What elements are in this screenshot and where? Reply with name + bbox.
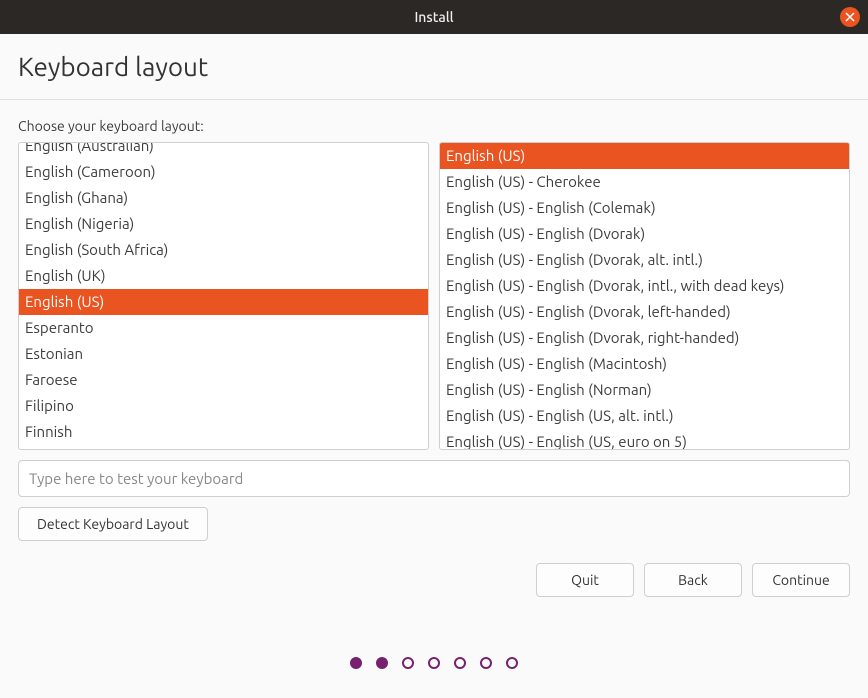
variant-list-item[interactable]: English (US) - Cherokee [440, 169, 849, 195]
layout-lists: English (Australian)English (Cameroon)En… [18, 142, 850, 450]
step-dot [454, 657, 466, 669]
layout-list-item[interactable]: Esperanto [19, 315, 428, 341]
titlebar: Install [0, 0, 868, 34]
variant-list-item[interactable]: English (US) - English (Dvorak, right-ha… [440, 325, 849, 351]
close-icon [845, 12, 855, 22]
variant-list-item[interactable]: English (US) - English (Dvorak, alt. int… [440, 247, 849, 273]
layout-list-item[interactable]: French [19, 445, 428, 450]
layout-list-item[interactable]: English (Nigeria) [19, 211, 428, 237]
layout-list-item[interactable]: English (Cameroon) [19, 159, 428, 185]
step-dot [350, 657, 362, 669]
step-dot [480, 657, 492, 669]
layout-list-item[interactable]: Filipino [19, 393, 428, 419]
layout-list-item[interactable]: English (Australian) [19, 142, 428, 159]
page-title: Keyboard layout [18, 52, 850, 81]
step-indicator [18, 657, 850, 669]
variant-list-item[interactable]: English (US) - English (Macintosh) [440, 351, 849, 377]
layout-list-item[interactable]: English (Ghana) [19, 185, 428, 211]
layout-list[interactable]: English (Australian)English (Cameroon)En… [18, 142, 429, 450]
variant-list-item[interactable]: English (US) - English (Dvorak, intl., w… [440, 273, 849, 299]
detect-layout-button[interactable]: Detect Keyboard Layout [18, 507, 208, 541]
step-dot [402, 657, 414, 669]
step-dot [506, 657, 518, 669]
layout-list-item[interactable]: Finnish [19, 419, 428, 445]
variant-list-item[interactable]: English (US) - English (US, alt. intl.) [440, 403, 849, 429]
window-title: Install [414, 9, 453, 25]
prompt-label: Choose your keyboard layout: [18, 118, 850, 134]
keyboard-test-input[interactable] [18, 460, 850, 497]
continue-button[interactable]: Continue [752, 563, 850, 597]
layout-list-item[interactable]: English (South Africa) [19, 237, 428, 263]
variant-list-item[interactable]: English (US) - English (Norman) [440, 377, 849, 403]
layout-list-item[interactable]: English (US) [19, 289, 428, 315]
variant-list-item[interactable]: English (US) - English (Colemak) [440, 195, 849, 221]
variant-list-item[interactable]: English (US) - English (Dvorak) [440, 221, 849, 247]
variant-list-item[interactable]: English (US) [440, 143, 849, 169]
variant-list[interactable]: English (US)English (US) - CherokeeEngli… [439, 142, 850, 450]
layout-list-item[interactable]: English (UK) [19, 263, 428, 289]
close-button[interactable] [840, 7, 860, 27]
step-dot [428, 657, 440, 669]
variant-list-item[interactable]: English (US) - English (US, euro on 5) [440, 429, 849, 450]
content-area: Keyboard layout Choose your keyboard lay… [0, 34, 868, 687]
layout-list-item[interactable]: Estonian [19, 341, 428, 367]
quit-button[interactable]: Quit [536, 563, 634, 597]
back-button[interactable]: Back [644, 563, 742, 597]
divider [0, 99, 868, 100]
footer-buttons: Quit Back Continue [18, 563, 850, 597]
variant-list-item[interactable]: English (US) - English (Dvorak, left-han… [440, 299, 849, 325]
step-dot [376, 657, 388, 669]
layout-list-item[interactable]: Faroese [19, 367, 428, 393]
